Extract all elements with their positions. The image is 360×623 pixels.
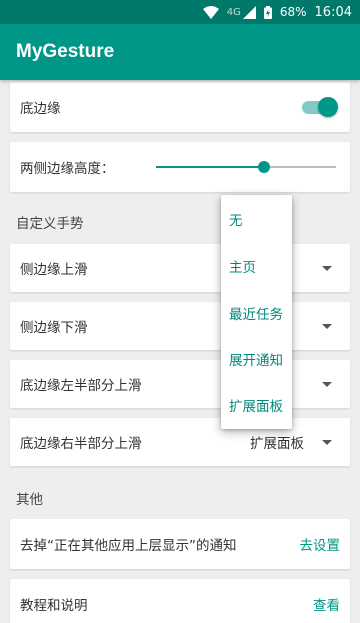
gesture-value: 扩展面板 (250, 436, 304, 452)
clock: 16:04 (314, 4, 352, 20)
side-height-setting: 两侧边缘高度： (10, 142, 350, 192)
tutorial-row[interactable]: 教程和说明 查看 (10, 579, 350, 623)
network-type: 4G (226, 6, 241, 18)
slider-fill (156, 166, 264, 168)
view-tutorial-link[interactable]: 查看 (313, 594, 340, 614)
gesture-row-side-up[interactable]: 侧边缘上滑 (10, 244, 350, 292)
bottom-edge-toggle[interactable] (302, 97, 338, 117)
toggle-thumb (318, 97, 338, 117)
battery-percent: 68% (279, 5, 307, 19)
chevron-down-icon[interactable] (322, 265, 332, 271)
overlay-notice-label: 去掉“正在其他应用上层显示”的通知 (20, 538, 237, 554)
menu-item-notifications[interactable]: 展开通知 (221, 335, 292, 382)
gesture-row-side-down[interactable]: 侧边缘下滑 (10, 302, 350, 350)
battery-icon (263, 5, 272, 19)
menu-item-panel[interactable]: 扩展面板 (221, 381, 292, 428)
status-bar: 4G 68% 16:04 (0, 0, 360, 24)
tutorial-label: 教程和说明 (20, 598, 88, 614)
side-height-slider[interactable] (156, 157, 336, 177)
custom-gestures-header: 自定义手势 (16, 216, 84, 232)
bottom-edge-setting[interactable]: 底边缘 (10, 82, 350, 132)
chevron-down-icon[interactable] (322, 439, 332, 445)
signal-icon (242, 5, 256, 19)
wifi-icon (202, 5, 219, 19)
overlay-notice-row[interactable]: 去掉“正在其他应用上层显示”的通知 去设置 (10, 519, 350, 569)
menu-item-home[interactable]: 主页 (221, 242, 292, 289)
chevron-down-icon[interactable] (322, 381, 332, 387)
gesture-row-bottom-right-up[interactable]: 底边缘右半部分上滑 扩展面板 (10, 418, 350, 466)
chevron-down-icon[interactable] (322, 323, 332, 329)
side-height-label: 两侧边缘高度： (20, 161, 115, 177)
menu-item-none[interactable]: 无 (221, 195, 292, 242)
bottom-edge-label: 底边缘 (20, 101, 61, 117)
gesture-action-menu: 无 主页 最近任务 展开通知 扩展面板 (221, 195, 292, 429)
slider-knob[interactable] (258, 161, 270, 173)
go-settings-link[interactable]: 去设置 (300, 534, 341, 554)
gesture-label: 底边缘右半部分上滑 (20, 436, 142, 452)
menu-item-recents[interactable]: 最近任务 (221, 289, 292, 336)
app-bar: MyGesture (0, 24, 360, 80)
gesture-row-bottom-left-up[interactable]: 底边缘左半部分上滑 (10, 360, 350, 408)
other-header: 其他 (16, 492, 43, 508)
app-title: MyGesture (16, 41, 115, 62)
